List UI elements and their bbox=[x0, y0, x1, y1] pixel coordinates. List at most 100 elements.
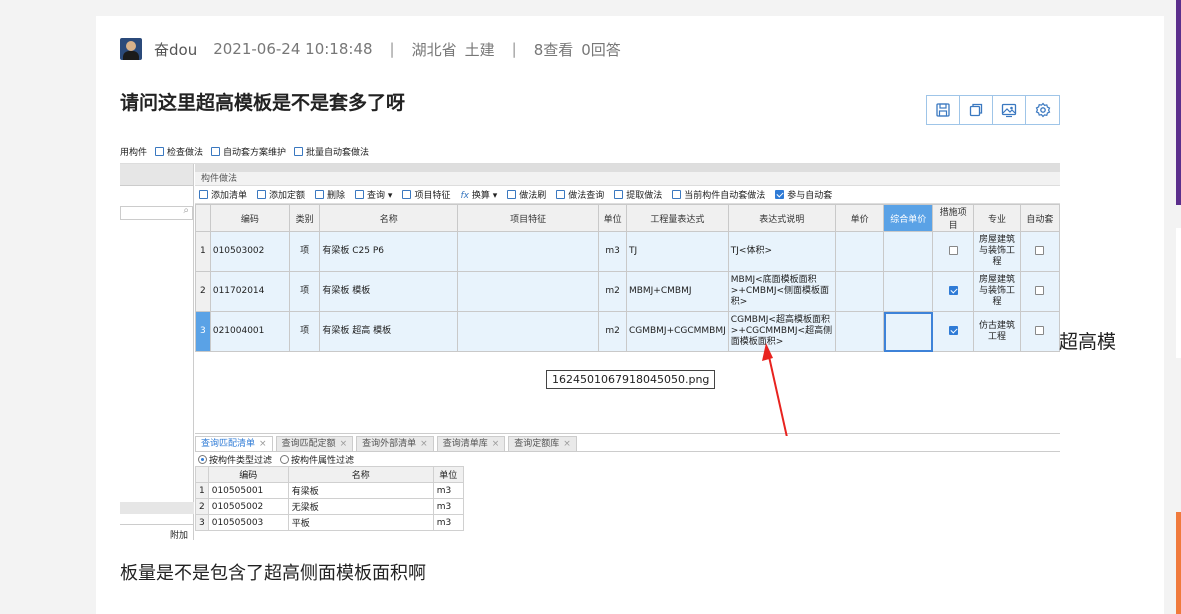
column-header: 类别 bbox=[288, 204, 321, 232]
unit-cell[interactable]: m3 bbox=[598, 231, 627, 272]
price-cell[interactable] bbox=[834, 311, 885, 352]
auto-cell[interactable] bbox=[1019, 311, 1060, 352]
measure-cell[interactable] bbox=[932, 311, 975, 352]
convert-item: fx 换算 ▾ bbox=[460, 191, 498, 201]
column-header: 自动套 bbox=[1019, 204, 1060, 232]
measure-cell[interactable] bbox=[932, 231, 975, 272]
table-row[interactable]: 1 010505001 有梁板 m3 bbox=[195, 482, 464, 499]
checkbox[interactable] bbox=[1035, 285, 1045, 295]
tab-label: 查询定额库 bbox=[514, 439, 560, 449]
post-image[interactable]: 用构件 检查做法 自动套方案维护 批量自动套做法 附加 构件做法 添加清单 添加… bbox=[120, 140, 1060, 540]
query-tab[interactable]: 查询匹配清单 × bbox=[195, 436, 273, 451]
name-cell[interactable]: 有梁板 模板 bbox=[319, 271, 459, 312]
expression-cell[interactable]: MBMJ+CMBMJ bbox=[625, 271, 729, 312]
auto-cell[interactable] bbox=[1019, 271, 1060, 312]
expression-cell[interactable]: TJ bbox=[625, 231, 729, 272]
unit-cell[interactable]: m2 bbox=[598, 271, 627, 312]
search-input bbox=[120, 205, 193, 220]
row-number: 2 bbox=[195, 271, 211, 312]
name-cell: 平板 bbox=[287, 514, 434, 531]
post-meta: 奋dou 2021-06-24 10:18:48 | 湖北省 土建 | 8查看 … bbox=[120, 38, 621, 60]
delete-item: 删除 bbox=[315, 188, 345, 201]
match-list-table: 编码 名称 单位 1 010505001 有梁板 m3 2 010505002 无梁板 m3 3 01… bbox=[195, 466, 464, 531]
query-tab[interactable]: 查询清单库 × bbox=[436, 436, 506, 451]
measure-cell[interactable] bbox=[932, 271, 975, 312]
checkbox[interactable] bbox=[948, 285, 958, 295]
column-header: 措施项目 bbox=[932, 204, 975, 232]
image-icon[interactable] bbox=[993, 96, 1026, 124]
feature-item: 项目特征 bbox=[402, 188, 450, 201]
row-number: 3 bbox=[195, 514, 209, 531]
checkbox[interactable] bbox=[948, 245, 958, 255]
post-category[interactable]: 土建 bbox=[465, 39, 495, 60]
table-row[interactable]: 2 011702014 项有梁板 模板 m2 MBMJ+CMBMJ MBMJ<底面模板面积… bbox=[195, 271, 1060, 312]
brush-icon bbox=[507, 190, 517, 199]
add-icon bbox=[199, 190, 208, 199]
close-icon[interactable]: × bbox=[420, 439, 428, 449]
row-number-header bbox=[195, 204, 211, 232]
major-cell[interactable]: 房屋建筑与装饰工程 bbox=[973, 271, 1021, 312]
expression-desc-cell[interactable]: CGMBMJ<超高模板面积>+CGCMMBMJ<超高侧面模板面积> bbox=[727, 311, 836, 352]
image-toolbar bbox=[926, 95, 1060, 125]
code-cell[interactable]: 011702014 bbox=[209, 271, 290, 312]
feature-cell[interactable] bbox=[457, 311, 600, 352]
username[interactable]: 奋dou bbox=[154, 39, 197, 60]
attribute-label: 附加 bbox=[169, 531, 188, 540]
column-header: 综合单价 bbox=[883, 204, 934, 232]
total-price-cell[interactable] bbox=[883, 311, 934, 352]
checkbox[interactable] bbox=[1035, 245, 1045, 255]
name-cell[interactable]: 有梁板 C25 P6 bbox=[319, 231, 459, 272]
checkbox[interactable] bbox=[1035, 325, 1045, 335]
separator: | bbox=[511, 40, 517, 58]
extract-icon bbox=[614, 190, 624, 199]
column-header: 项目特征 bbox=[457, 204, 600, 232]
table-row[interactable]: 3 010505003 平板 m3 bbox=[195, 514, 464, 531]
name-cell: 有梁板 bbox=[287, 482, 434, 499]
name-cell[interactable]: 有梁板 超高 模板 bbox=[319, 311, 459, 352]
price-cell[interactable] bbox=[834, 231, 885, 272]
total-price-cell[interactable] bbox=[883, 231, 934, 272]
table-row[interactable]: 2 010505002 无梁板 m3 bbox=[195, 498, 464, 515]
query-tab[interactable]: 查询定额库 × bbox=[508, 436, 577, 451]
scheme-icon bbox=[211, 147, 221, 156]
unit-cell: m3 bbox=[432, 482, 464, 499]
price-cell[interactable] bbox=[834, 271, 885, 312]
row-number: 1 bbox=[195, 231, 211, 272]
close-icon[interactable]: × bbox=[563, 439, 571, 449]
save-icon[interactable] bbox=[927, 96, 960, 124]
feature-cell[interactable] bbox=[457, 231, 600, 272]
table-row[interactable]: 3 021004001 项有梁板 超高 模板 m2 CGMBMJ+CGCMMBMJ CGM… bbox=[195, 311, 1060, 352]
post-datetime: 2021-06-24 10:18:48 bbox=[213, 40, 373, 58]
code-cell[interactable]: 021004001 bbox=[209, 311, 290, 352]
close-icon[interactable]: × bbox=[259, 439, 267, 449]
column-header: 编码 bbox=[209, 204, 290, 232]
auto-method-item: 当前构件自动套做法 bbox=[672, 188, 765, 201]
feature-cell[interactable] bbox=[457, 271, 600, 312]
query-pane: 查询匹配清单 × 查询匹配定额 × 查询外部清单 × 查询清单库 × 查询定额库 × 按构件类型过… bbox=[195, 436, 1060, 540]
code-cell[interactable]: 010503002 bbox=[209, 231, 290, 272]
query-tab[interactable]: 查询外部清单 × bbox=[356, 436, 434, 451]
expression-cell[interactable]: CGMBMJ+CGCMMBMJ bbox=[625, 311, 729, 352]
view-count: 8查看 bbox=[533, 40, 574, 59]
post-location: 湖北省 bbox=[411, 40, 457, 59]
close-icon[interactable]: × bbox=[340, 439, 348, 449]
major-cell[interactable]: 房屋建筑与装饰工程 bbox=[973, 231, 1021, 272]
avatar[interactable] bbox=[120, 38, 142, 60]
column-header: 名称 bbox=[319, 204, 459, 232]
toolbar-item-component: 用构件 bbox=[120, 148, 148, 158]
query-tab[interactable]: 查询匹配定额 × bbox=[275, 436, 354, 451]
total-price-cell[interactable] bbox=[883, 271, 934, 312]
type-cell[interactable]: 项 bbox=[288, 231, 321, 272]
unit-cell[interactable]: m2 bbox=[598, 311, 627, 352]
expression-desc-cell[interactable]: TJ<体积> bbox=[727, 231, 836, 272]
table-row[interactable]: 1 010503002 项有梁板 C25 P6 m3 TJ TJ<体积> 房屋建筑与装饰工程 bbox=[195, 231, 1060, 272]
expression-desc-cell[interactable]: MBMJ<底面模板面积>+CMBMJ<侧面模板面积> bbox=[727, 271, 836, 312]
type-cell[interactable]: 项 bbox=[288, 311, 321, 352]
major-cell[interactable]: 仿古建筑工程 bbox=[973, 311, 1021, 352]
checkbox[interactable] bbox=[948, 325, 958, 335]
auto-cell[interactable] bbox=[1019, 231, 1060, 272]
type-cell[interactable]: 项 bbox=[288, 271, 321, 312]
copy-icon[interactable] bbox=[960, 96, 993, 124]
settings-icon[interactable] bbox=[1026, 96, 1059, 124]
close-icon[interactable]: × bbox=[492, 439, 500, 449]
